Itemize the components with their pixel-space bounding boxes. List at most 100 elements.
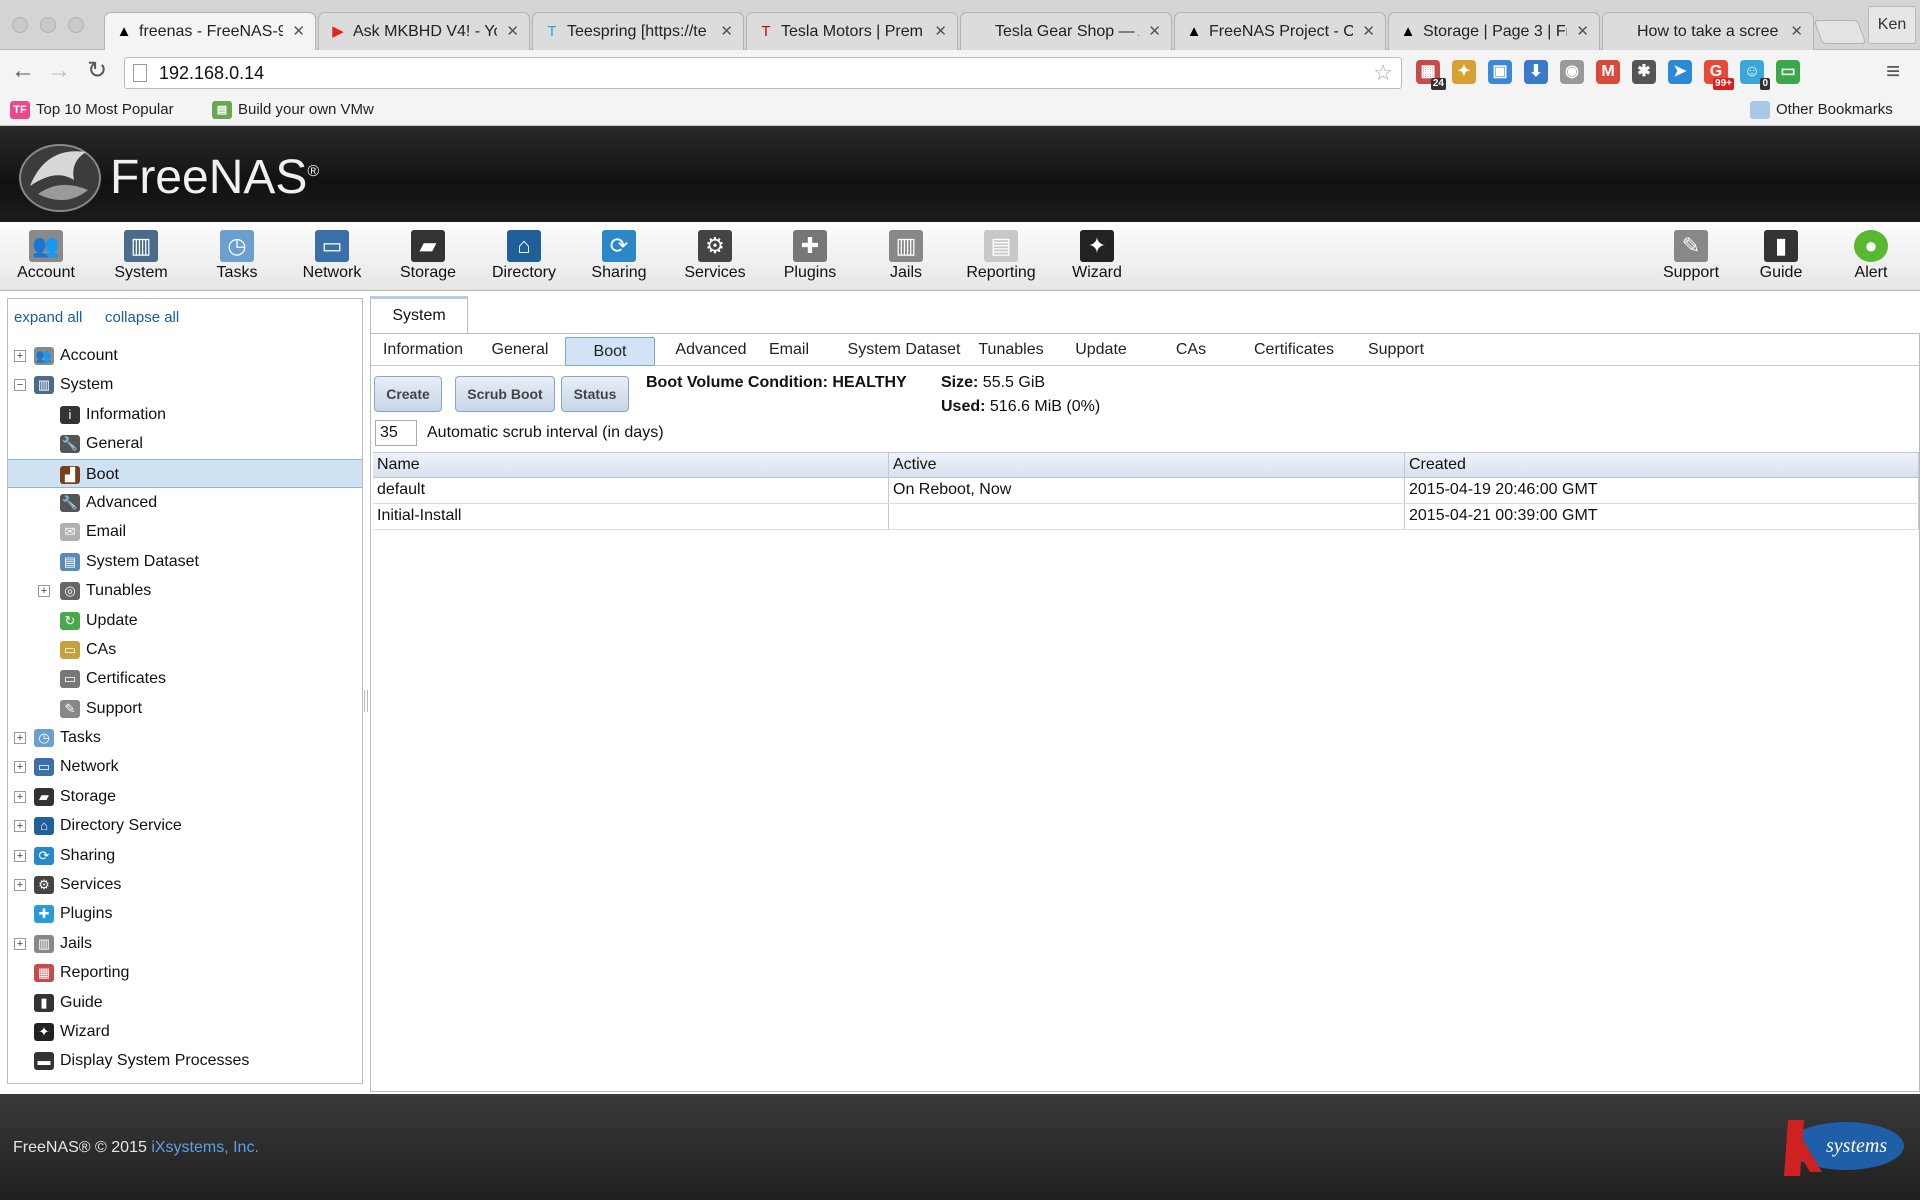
bookmark-item[interactable]: ▤ Build your own VMw	[212, 98, 402, 122]
collapse-all-link[interactable]: collapse all	[105, 309, 179, 326]
sidebar-item-jails[interactable]: + ▥ Jails	[8, 929, 362, 958]
nav-guide[interactable]: ▮ Guide	[1738, 228, 1824, 288]
expand-toggle-icon[interactable]: +	[14, 732, 26, 745]
expand-toggle-icon[interactable]: +	[14, 937, 26, 950]
nav-tasks[interactable]: ◷ Tasks	[194, 228, 280, 288]
scrub-interval-input[interactable]: 35	[375, 420, 417, 446]
camera-extension-icon[interactable]: ◉	[1560, 60, 1584, 84]
other-bookmarks[interactable]: Other Bookmarks	[1750, 98, 1893, 122]
send-extension-icon[interactable]: ➤	[1668, 60, 1692, 84]
notifications-extension-icon[interactable]: G 99+	[1704, 60, 1734, 90]
subtab-cas[interactable]: CAs	[1159, 334, 1223, 366]
browser-tab[interactable]: How to take a scree ✕	[1602, 12, 1814, 50]
browser-menu-icon[interactable]: ≡	[1886, 58, 1900, 86]
tab-close-icon[interactable]: ✕	[292, 13, 305, 51]
expand-toggle-icon[interactable]: +	[14, 790, 26, 803]
ixsystems-link[interactable]: iXsystems, Inc.	[151, 1139, 259, 1156]
download-extension-icon[interactable]: ⬇	[1524, 60, 1548, 84]
browser-tab[interactable]: ▶ Ask MKBHD V4! - Yo ✕	[318, 12, 530, 50]
browser-tab[interactable]: T Tesla Motors | Prem ✕	[746, 12, 958, 50]
sidebar-item-tasks[interactable]: + ◷ Tasks	[8, 723, 362, 752]
gmail-extension-icon[interactable]: M	[1596, 60, 1620, 84]
tab-close-icon[interactable]: ✕	[1362, 13, 1375, 50]
bookmark-item[interactable]: TF Top 10 Most Popular	[10, 98, 200, 122]
tab-close-icon[interactable]: ✕	[934, 13, 947, 50]
nav-jails[interactable]: ▥ Jails	[863, 228, 949, 288]
sidebar-item-storage[interactable]: + ▰ Storage	[8, 782, 362, 811]
chat-extension-icon[interactable]: ▭	[1776, 60, 1800, 84]
subtab-tunables[interactable]: Tunables	[973, 334, 1049, 366]
expand-toggle-icon[interactable]: +	[14, 350, 26, 362]
browser-tab[interactable]: ▲ Storage | Page 3 | Fr ✕	[1388, 12, 1600, 50]
ghost-extension-icon[interactable]: ☺ 0	[1740, 60, 1770, 90]
nav-services[interactable]: ⚙ Services	[672, 228, 758, 288]
sidebar-item-support[interactable]: ✎ Support	[8, 694, 362, 723]
nav-reporting[interactable]: ▤ Reporting	[958, 228, 1044, 288]
scrub-boot-button[interactable]: Scrub Boot	[455, 376, 555, 412]
expand-toggle-icon[interactable]: +	[14, 820, 26, 833]
sidebar-item-advanced[interactable]: 🔧 Advanced	[8, 488, 362, 517]
browser-tab[interactable]: ▲ freenas - FreeNAS-9 ✕	[104, 12, 316, 51]
sidebar-item-system[interactable]: − ▥ System	[8, 370, 362, 399]
subtab-certificates[interactable]: Certificates	[1239, 334, 1349, 366]
window-extension-icon[interactable]: ▣	[1488, 60, 1512, 84]
sidebar-item-tunables[interactable]: + ◎ Tunables	[8, 576, 362, 605]
sidebar-item-system-dataset[interactable]: ▤ System Dataset	[8, 547, 362, 576]
subtab-system-dataset[interactable]: System Dataset	[839, 334, 969, 366]
address-bar[interactable]: 192.168.0.14 ☆	[124, 57, 1402, 89]
sidebar-item-plugins[interactable]: ✚ Plugins	[8, 899, 362, 928]
puzzle-extension-icon[interactable]: ✦	[1452, 60, 1476, 84]
table-row[interactable]: Initial-Install 2015-04-21 00:39:00 GMT	[373, 504, 1919, 530]
subtab-information[interactable]: Information	[375, 334, 471, 366]
expand-toggle-icon[interactable]: +	[14, 849, 26, 862]
sidebar-item-wizard[interactable]: ✦ Wizard	[8, 1017, 362, 1046]
browser-tab[interactable]: Tesla Gear Shop — A ✕	[960, 12, 1172, 50]
back-icon[interactable]: ←	[10, 58, 36, 84]
sidebar-item-directory-service[interactable]: + ⌂ Directory Service	[8, 811, 362, 840]
column-header-name[interactable]: Name	[373, 453, 889, 477]
asterisk-extension-icon[interactable]: ✱	[1632, 60, 1656, 84]
sidebar-item-guide[interactable]: ▮ Guide	[8, 988, 362, 1017]
nav-plugins[interactable]: ✚ Plugins	[767, 228, 853, 288]
subtab-update[interactable]: Update	[1057, 334, 1145, 366]
reload-icon[interactable]: ↻	[84, 58, 110, 84]
nav-sharing[interactable]: ⟳ Sharing	[576, 228, 662, 288]
sidebar-item-network[interactable]: + ▭ Network	[8, 752, 362, 781]
subtab-email[interactable]: Email	[749, 334, 829, 366]
panel-splitter-handle[interactable]	[364, 690, 368, 712]
tab-close-icon[interactable]: ✕	[506, 13, 519, 50]
profile-button[interactable]: Ken	[1868, 6, 1916, 44]
window-zoom-button[interactable]	[68, 17, 84, 33]
nav-directory[interactable]: ⌂ Directory	[481, 228, 567, 288]
new-tab-button[interactable]	[1813, 20, 1867, 44]
forward-icon[interactable]: →	[46, 58, 72, 84]
expand-all-link[interactable]: expand all	[14, 309, 82, 326]
collapse-toggle-icon[interactable]: −	[14, 379, 26, 392]
browser-tab[interactable]: T Teespring [https://te ✕	[532, 12, 744, 50]
subtab-general[interactable]: General	[483, 334, 557, 366]
expand-toggle-icon[interactable]: +	[14, 761, 26, 774]
expand-toggle-icon[interactable]: +	[38, 585, 50, 598]
sidebar-item-certificates[interactable]: ▭ Certificates	[8, 664, 362, 693]
nav-wizard[interactable]: ✦ Wizard	[1054, 228, 1140, 288]
column-header-active[interactable]: Active	[889, 453, 1405, 477]
nav-network[interactable]: ▭ Network	[289, 228, 375, 288]
sidebar-item-information[interactable]: i Information	[8, 400, 362, 429]
sidebar-item-update[interactable]: ↻ Update	[8, 606, 362, 635]
nav-support[interactable]: ✎ Support	[1648, 228, 1734, 288]
calendar-extension-icon[interactable]: ▦ 24	[1416, 60, 1446, 90]
tab-close-icon[interactable]: ✕	[1790, 13, 1803, 50]
nav-alert[interactable]: ● Alert	[1828, 228, 1914, 288]
tab-close-icon[interactable]: ✕	[720, 13, 733, 50]
browser-tab[interactable]: ▲ FreeNAS Project - O ✕	[1174, 12, 1386, 50]
sidebar-item-email[interactable]: ✉ Email	[8, 517, 362, 546]
sidebar-item-services[interactable]: + ⚙ Services	[8, 870, 362, 899]
nav-system[interactable]: ▥ System	[98, 228, 184, 288]
sidebar-item-cas[interactable]: ▭ CAs	[8, 635, 362, 664]
status-button[interactable]: Status	[561, 376, 629, 412]
nav-storage[interactable]: ▰ Storage	[385, 228, 471, 288]
tab-close-icon[interactable]: ✕	[1148, 13, 1161, 50]
subtab-boot[interactable]: Boot	[565, 337, 655, 366]
bookmark-star-icon[interactable]: ☆	[1373, 60, 1393, 86]
sidebar-item-reporting[interactable]: ▦ Reporting	[8, 958, 362, 987]
